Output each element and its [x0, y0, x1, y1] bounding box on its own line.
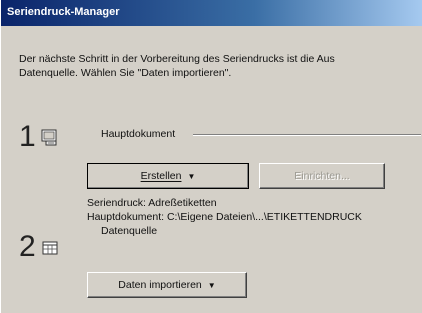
- create-button-label: Erstellen: [140, 170, 182, 182]
- chevron-down-icon: ▼: [207, 280, 216, 290]
- import-data-button-label: Daten importieren: [118, 279, 202, 291]
- group-divider-1: [193, 134, 421, 136]
- intro-text: Der nächste Schritt in der Vorbereitung …: [19, 52, 419, 80]
- chevron-down-icon: ▼: [187, 171, 196, 181]
- data-source-group-label: Datenquelle: [101, 225, 158, 237]
- main-document-path: Hauptdokument: C:\Eigene Dateien\...\ETI…: [87, 211, 362, 223]
- intro-line-1: Der nächste Schritt in der Vorbereitung …: [19, 53, 335, 65]
- intro-line-2: Datenquelle. Wählen Sie "Daten importier…: [19, 67, 232, 79]
- step-1-number: 1: [19, 120, 36, 153]
- main-document-group-label: Hauptdokument: [101, 128, 176, 140]
- edit-button-label: Einrichten...: [294, 170, 350, 182]
- mail-merge-window: Seriendruck-Manager Der nächste Schritt …: [0, 0, 422, 313]
- step-2-number: 2: [19, 230, 36, 263]
- import-data-button[interactable]: Daten importieren ▼: [87, 272, 247, 298]
- window-title: Seriendruck-Manager: [7, 6, 120, 18]
- edit-button[interactable]: Einrichten...: [259, 163, 385, 189]
- main-document-icon: [39, 126, 61, 148]
- merge-type-info: Seriendruck: Adreßetiketten: [87, 197, 217, 209]
- title-bar[interactable]: Seriendruck-Manager: [1, 0, 422, 26]
- create-button[interactable]: Erstellen ▼: [87, 163, 249, 189]
- data-source-icon: [39, 236, 61, 258]
